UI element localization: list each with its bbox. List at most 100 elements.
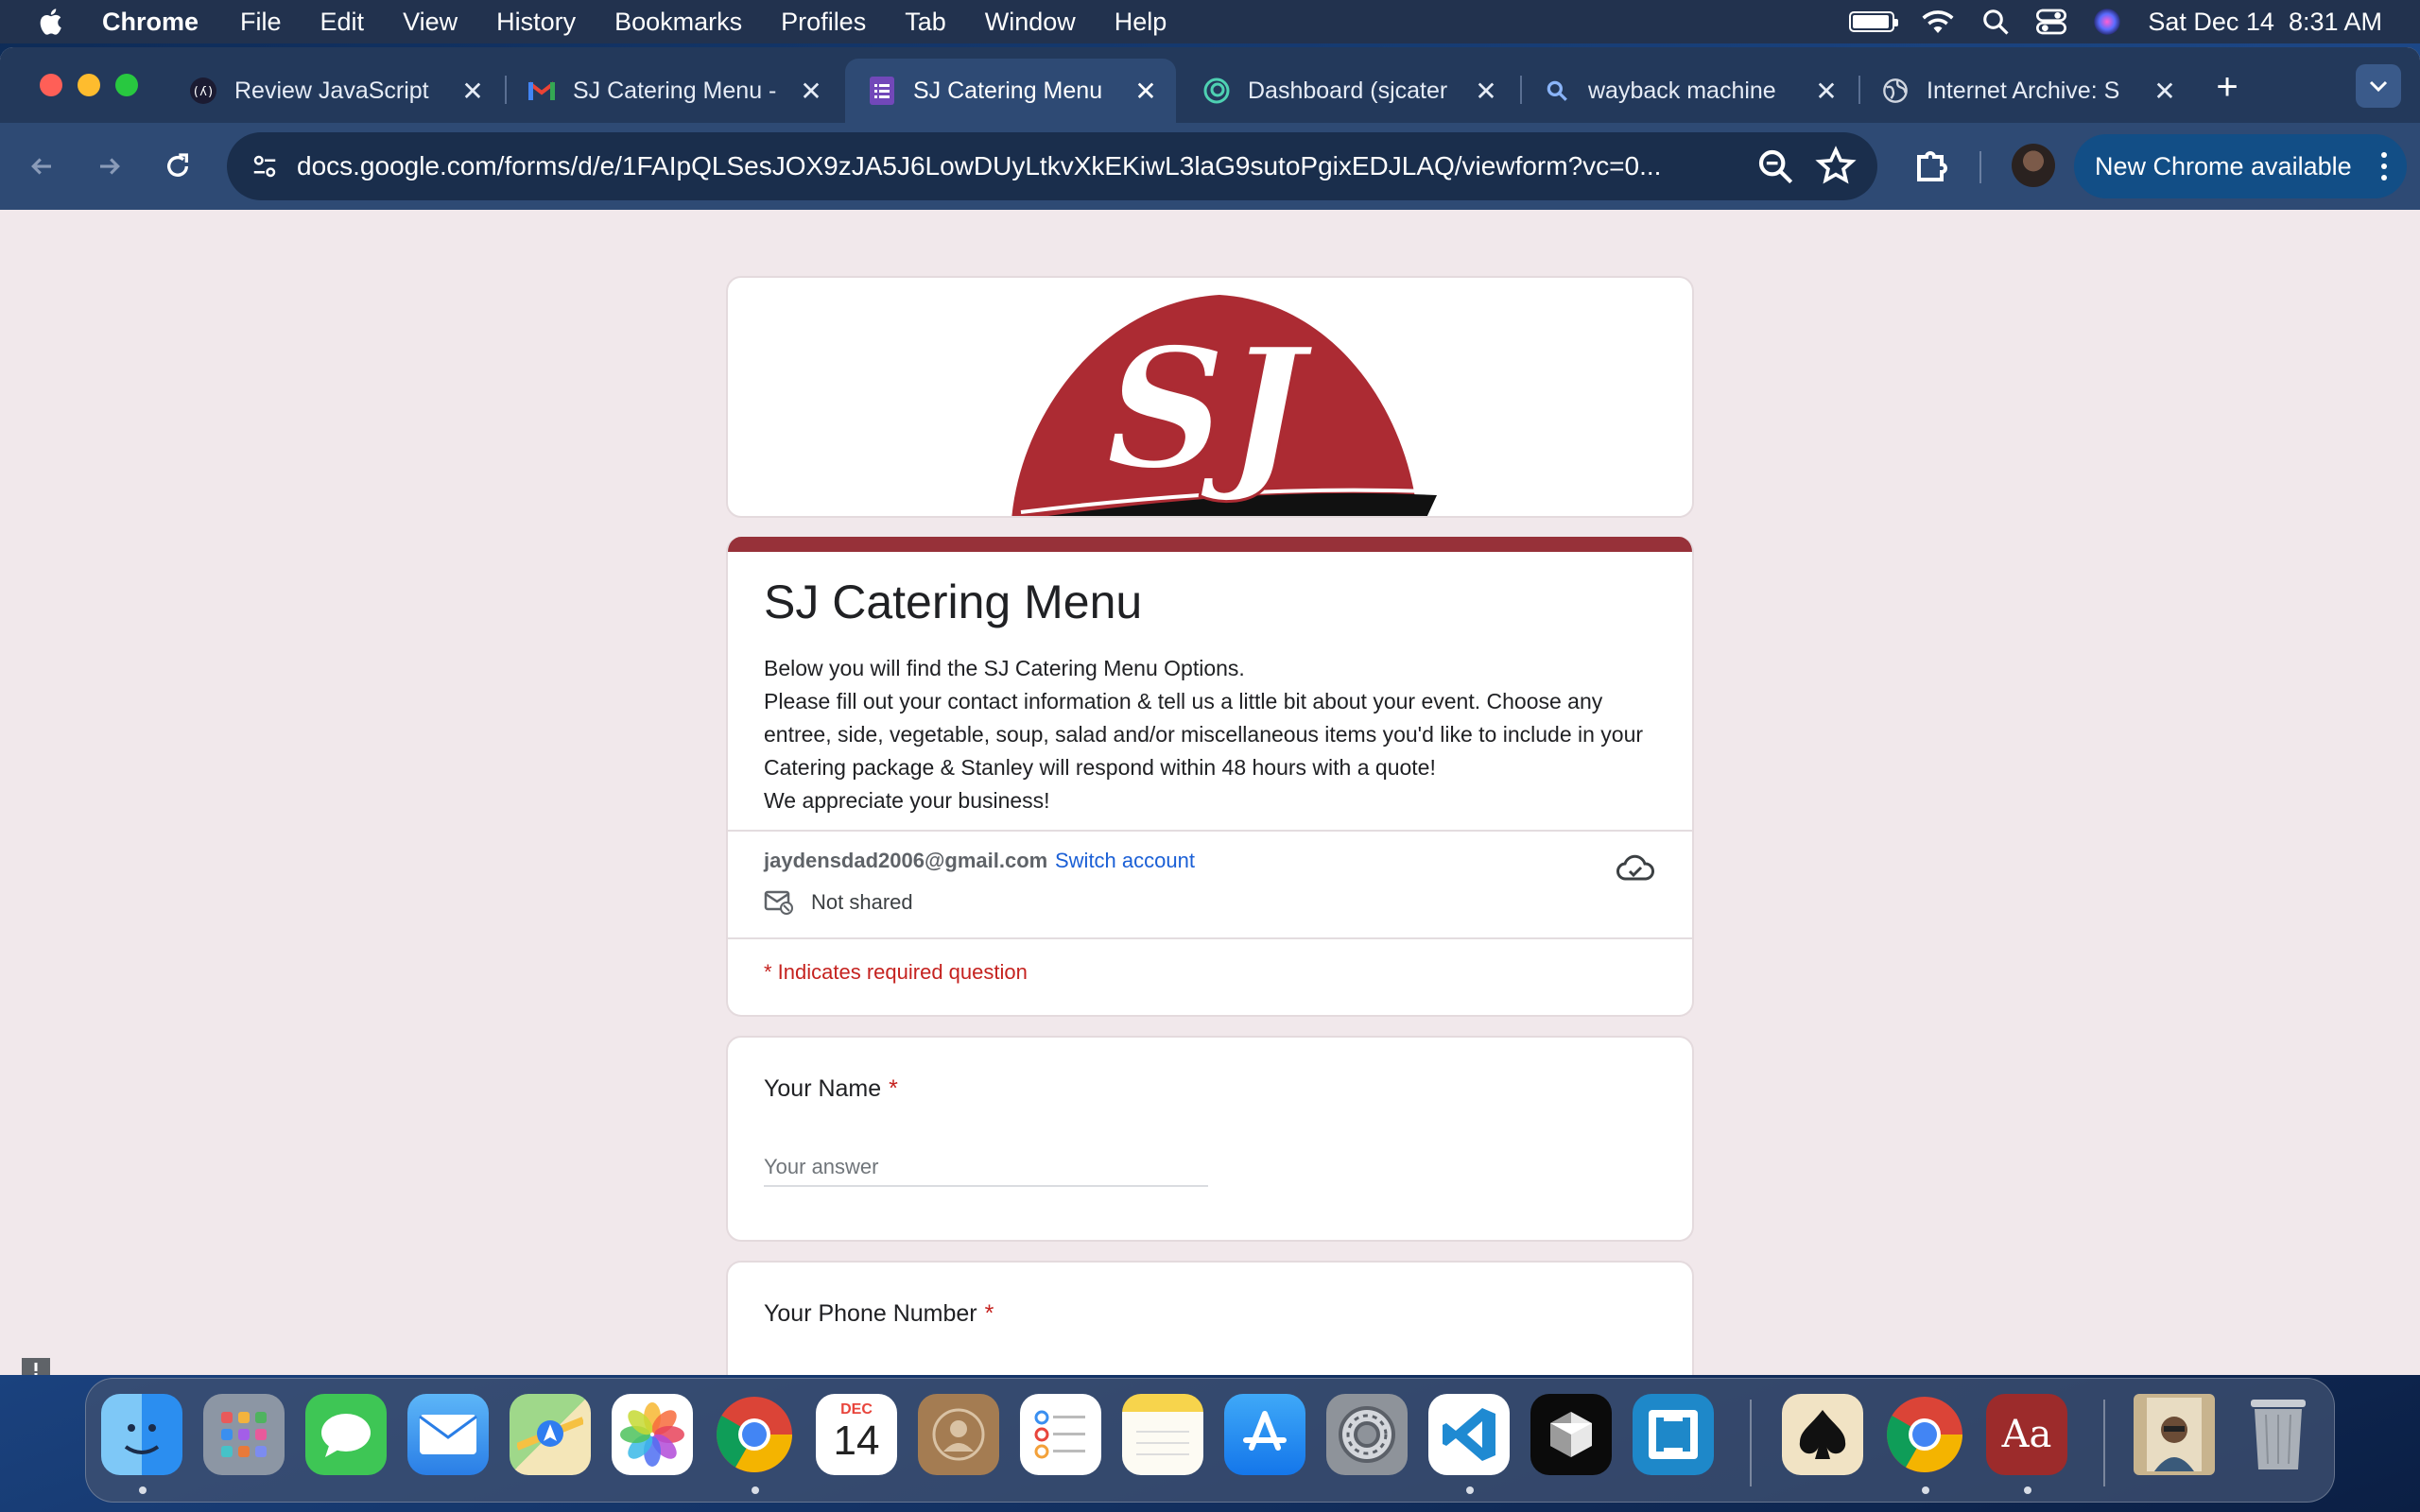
accent-bar	[728, 537, 1692, 552]
reload-button[interactable]	[155, 144, 200, 189]
forward-button[interactable]	[87, 144, 132, 189]
tab-internet-archive[interactable]: Internet Archive: S ✕	[1858, 59, 2195, 123]
cursor-editor-icon[interactable]	[1530, 1394, 1612, 1475]
tab-title: SJ Catering Menu	[913, 77, 1103, 104]
email-not-shared-icon	[764, 890, 793, 915]
tab-gmail-sj-catering[interactable]: SJ Catering Menu - ✕	[505, 59, 841, 123]
system-settings-icon[interactable]	[1326, 1394, 1408, 1475]
globe-icon	[1881, 77, 1910, 105]
zoom-icon[interactable]	[1756, 147, 1794, 185]
zoom-window-button[interactable]	[115, 74, 138, 96]
running-indicator	[1922, 1486, 1929, 1494]
chrome-icon[interactable]	[1884, 1394, 1965, 1475]
cloud-saved-icon[interactable]	[1616, 854, 1654, 885]
svg-text:(ʎ): (ʎ)	[192, 85, 214, 99]
app-store-icon[interactable]	[1224, 1394, 1305, 1475]
new-tab-button[interactable]: +	[2208, 66, 2246, 108]
form-title-card: SJ Catering Menu Below you will find the…	[726, 537, 1694, 1017]
close-tab-icon[interactable]: ✕	[794, 74, 828, 108]
photos-icon[interactable]	[612, 1394, 693, 1475]
minimize-window-button[interactable]	[78, 74, 100, 96]
battery-icon[interactable]	[1849, 11, 1899, 32]
question-title: Your Phone Number	[764, 1300, 977, 1327]
site-info-icon[interactable]	[244, 146, 285, 187]
close-tab-icon[interactable]: ✕	[1469, 74, 1503, 108]
downloads-stack-icon[interactable]	[2134, 1394, 2215, 1475]
dashboard-spiral-icon	[1202, 77, 1231, 105]
your-name-input[interactable]	[764, 1149, 1208, 1187]
spotlight-search-icon[interactable]	[1981, 8, 2010, 36]
reminders-icon[interactable]	[1020, 1394, 1101, 1475]
tab-wayback-search[interactable]: wayback machine ✕	[1520, 59, 1857, 123]
menu-bookmarks[interactable]: Bookmarks	[614, 8, 742, 37]
freecodecamp-icon: (ʎ)	[189, 77, 217, 105]
question-title: Your Name	[764, 1075, 882, 1102]
description-line: We appreciate your business!	[764, 788, 1050, 813]
calendar-icon[interactable]: DEC 14	[816, 1394, 897, 1475]
sj-catering-logo: SJ	[1011, 281, 1437, 516]
report-feedback-icon[interactable]	[19, 1355, 53, 1375]
contacts-icon[interactable]	[918, 1394, 999, 1475]
mail-icon[interactable]	[407, 1394, 489, 1475]
running-indicator	[1466, 1486, 1474, 1494]
apple-icon[interactable]	[36, 6, 68, 38]
menu-edit[interactable]: Edit	[320, 8, 365, 37]
siri-icon[interactable]	[2093, 8, 2121, 36]
arrow-left-icon	[31, 158, 51, 175]
clock-datetime[interactable]: Sat Dec 14 8:31 AM	[2148, 8, 2382, 37]
tab-review-javascript[interactable]: (ʎ) Review JavaScript ✕	[166, 59, 503, 123]
menu-file[interactable]: File	[240, 8, 282, 37]
close-tab-icon[interactable]: ✕	[1809, 74, 1843, 108]
update-label: New Chrome available	[2095, 151, 2352, 180]
menu-app-name[interactable]: Chrome	[102, 8, 199, 37]
trash-icon[interactable]	[2238, 1394, 2319, 1475]
tab-dashboard[interactable]: Dashboard (sjcater ✕	[1180, 59, 1516, 123]
notes-icon[interactable]	[1122, 1394, 1203, 1475]
close-window-button[interactable]	[40, 74, 62, 96]
menu-tab[interactable]: Tab	[905, 8, 946, 37]
launchpad-icon[interactable]	[203, 1394, 285, 1475]
extensions-puzzle-icon[interactable]	[1910, 144, 1955, 189]
close-tab-icon[interactable]: ✕	[2148, 74, 2182, 108]
chrome-icon[interactable]	[714, 1394, 795, 1475]
close-tab-icon[interactable]: ✕	[456, 74, 490, 108]
dock: DEC 14 Aa	[85, 1378, 2335, 1503]
required-asterisk: *	[889, 1075, 898, 1102]
menu-window[interactable]: Window	[985, 8, 1076, 37]
dictionary-icon[interactable]: Aa	[1986, 1394, 2067, 1475]
url-text[interactable]: docs.google.com/forms/d/e/1FAIpQLSesJOX9…	[297, 132, 1734, 200]
solitaire-spade-icon[interactable]	[1782, 1394, 1863, 1475]
bookmark-star-icon[interactable]	[1815, 146, 1857, 187]
new-chrome-available-button[interactable]: New Chrome available	[2074, 134, 2407, 198]
menu-history[interactable]: History	[496, 8, 576, 37]
finder-icon[interactable]	[101, 1394, 182, 1475]
address-bar[interactable]: docs.google.com/forms/d/e/1FAIpQLSesJOX9…	[227, 132, 1877, 200]
profile-avatar[interactable]	[2012, 144, 2055, 187]
divider	[728, 937, 1692, 939]
tab-search-button[interactable]	[2356, 64, 2401, 108]
tab-sj-catering-menu-form[interactable]: SJ Catering Menu ✕	[845, 59, 1176, 123]
arrow-right-icon	[100, 158, 120, 175]
running-indicator	[139, 1486, 147, 1494]
switch-account-link[interactable]: Switch account	[1055, 849, 1195, 873]
menu-view[interactable]: View	[403, 8, 458, 37]
messages-icon[interactable]	[305, 1394, 387, 1475]
control-center-icon[interactable]	[2036, 8, 2067, 36]
dictionary-label: Aa	[2001, 1413, 2052, 1456]
google-forms-icon	[868, 77, 896, 105]
your-phone-number-input[interactable]	[764, 1374, 1208, 1375]
menu-bar: Chrome File Edit View History Bookmarks …	[0, 0, 2420, 43]
visual-studio-code-icon[interactable]	[1428, 1394, 1510, 1475]
logo-text: SJ	[1106, 311, 1314, 507]
gmail-icon	[527, 77, 556, 105]
menu-profiles[interactable]: Profiles	[781, 8, 866, 37]
menu-help[interactable]: Help	[1115, 8, 1167, 37]
bracket-window-icon[interactable]	[1633, 1394, 1714, 1475]
wifi-icon[interactable]	[1921, 8, 1955, 36]
back-button[interactable]	[19, 144, 64, 189]
not-shared-label: Not shared	[811, 890, 913, 914]
maps-icon[interactable]	[510, 1394, 591, 1475]
close-tab-icon[interactable]: ✕	[1129, 74, 1163, 108]
question-label: Your Name *	[764, 1075, 898, 1103]
form-description: Below you will find the SJ Catering Menu…	[764, 652, 1671, 817]
